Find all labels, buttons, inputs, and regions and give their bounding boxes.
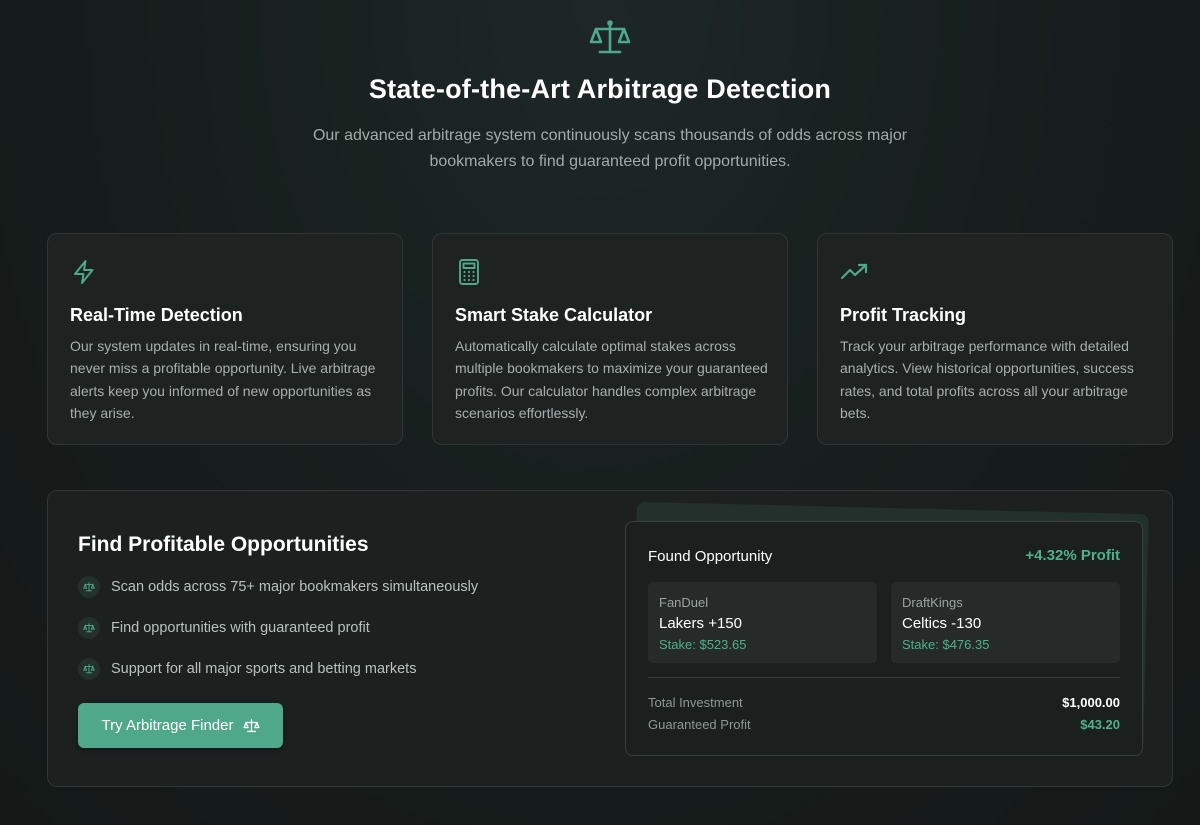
bookmaker-card-draftkings: DraftKings Celtics -130 Stake: $476.35 (891, 582, 1120, 663)
scale-icon (78, 617, 100, 639)
guaranteed-profit-label: Guaranteed Profit (648, 717, 751, 732)
trending-up-icon (840, 263, 868, 280)
total-investment-value: $1,000.00 (1062, 695, 1120, 710)
scale-icon (243, 718, 259, 732)
page-title: State-of-the-Art Arbitrage Detection (368, 74, 832, 104)
total-investment-row: Total Investment $1,000.00 (648, 695, 1120, 710)
lightning-icon (74, 260, 94, 284)
feature-card-real-time: Real-Time Detection Our system updates i… (47, 233, 403, 445)
feature-text: Track your arbitrage performance with de… (840, 338, 1134, 421)
guaranteed-profit-row: Guaranteed Profit $43.20 (648, 717, 1120, 732)
bet-odds: Celtics -130 (902, 615, 982, 632)
page-subtitle: Our advanced arbitrage system continuous… (312, 127, 908, 170)
feature-title: Real-Time Detection (70, 305, 243, 325)
bookmaker-card-fanduel: FanDuel Lakers +150 Stake: $523.65 (648, 582, 877, 663)
try-arbitrage-finder-button[interactable]: Try Arbitrage Finder (78, 703, 283, 748)
profit-badge: +4.32% Profit (1025, 547, 1120, 564)
bet-stake: Stake: $523.65 (659, 637, 747, 652)
bet-odds: Lakers +150 (659, 615, 742, 632)
list-item: Scan odds across 75+ major bookmakers si… (78, 576, 478, 598)
list-item: Support for all major sports and betting… (78, 658, 416, 680)
finder-title: Find Profitable Opportunities (78, 533, 369, 556)
list-item: Find opportunities with guaranteed profi… (78, 617, 370, 639)
scale-icon (78, 658, 100, 680)
opportunity-heading: Found Opportunity (648, 548, 773, 565)
list-item-label: Find opportunities with guaranteed profi… (111, 620, 370, 636)
feature-card-stake-calculator: Smart Stake Calculator Automatically cal… (432, 233, 788, 445)
guaranteed-profit-value: $43.20 (1080, 717, 1120, 732)
divider (648, 677, 1120, 678)
feature-title: Smart Stake Calculator (455, 305, 653, 325)
calculator-icon (459, 259, 479, 285)
feature-card-profit-tracking: Profit Tracking Track your arbitrage per… (817, 233, 1173, 445)
feature-title: Profit Tracking (840, 305, 967, 325)
feature-text: Automatically calculate optimal stakes a… (455, 338, 768, 421)
scale-icon (589, 20, 631, 54)
opportunity-card: Found Opportunity +4.32% Profit FanDuel … (625, 521, 1143, 756)
bet-stake: Stake: $476.35 (902, 637, 990, 652)
list-item-label: Support for all major sports and betting… (111, 661, 417, 677)
bookmaker-name: DraftKings (902, 595, 963, 610)
list-item-label: Scan odds across 75+ major bookmakers si… (111, 579, 479, 595)
scale-icon (78, 576, 100, 598)
feature-text: Our system updates in real-time, ensurin… (70, 338, 376, 421)
total-investment-label: Total Investment (648, 695, 743, 710)
bookmaker-name: FanDuel (659, 595, 709, 610)
button-label: Try Arbitrage Finder (101, 717, 234, 734)
